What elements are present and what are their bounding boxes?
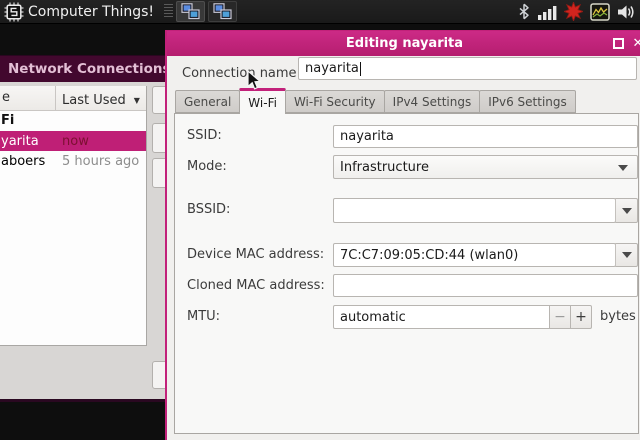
- mtu-label: MTU:: [187, 309, 221, 324]
- mtu-increment-button[interactable]: +: [570, 305, 592, 329]
- chevron-down-icon: [621, 207, 632, 214]
- ssid-input[interactable]: nayarita: [333, 125, 638, 148]
- connection-name-input[interactable]: nayarita: [298, 57, 637, 80]
- top-panel: Computer Things!: [0, 0, 640, 24]
- column-header-last-used[interactable]: Last Used ▼: [56, 86, 146, 110]
- mode-dropdown[interactable]: Infrastructure: [333, 155, 638, 179]
- sort-descending-icon: ▼: [133, 95, 140, 105]
- tab-general[interactable]: General: [175, 90, 241, 113]
- list-item-nayarita[interactable]: yarita now: [0, 131, 146, 151]
- mtu-input[interactable]: automatic: [333, 305, 550, 329]
- mtu-unit-label: bytes: [600, 309, 636, 324]
- tab-wifi-security[interactable]: Wi-Fi Security: [284, 90, 385, 113]
- minus-icon: −: [554, 309, 566, 325]
- windows-icon: [213, 3, 232, 20]
- windows-icon: [181, 3, 200, 20]
- network-connections-titlebar[interactable]: Network Connections: [0, 56, 171, 82]
- list-header: e Last Used ▼: [0, 86, 146, 111]
- connections-list[interactable]: e Last Used ▼ Fi yarita now aboers 5 hou…: [0, 86, 147, 346]
- close-icon: ✕: [632, 35, 640, 51]
- bssid-label: BSSID:: [187, 202, 231, 217]
- window-title: Network Connections: [8, 61, 171, 77]
- connection-name-row: Connection name: nayarita: [167, 56, 640, 89]
- ssid-label: SSID:: [187, 128, 222, 143]
- tab-ipv6-settings[interactable]: IPv6 Settings: [479, 90, 576, 113]
- close-button[interactable]: ✕: [630, 35, 640, 51]
- network-connections-window: Network Connections e Last Used ▼ Fi yar…: [0, 55, 178, 402]
- cloned-mac-label: Cloned MAC address:: [187, 278, 325, 293]
- dialog-titlebar[interactable]: Editing nayarita ✕: [167, 31, 640, 56]
- alert-star-icon[interactable]: [564, 2, 583, 21]
- chip-icon: [4, 2, 24, 21]
- bssid-combo: [333, 198, 638, 223]
- list-item-aboers[interactable]: aboers 5 hours ago: [0, 151, 146, 171]
- system-tray: [517, 2, 640, 21]
- maximize-icon: [612, 37, 624, 49]
- desktop: Computer Things! Network Connections e L…: [0, 0, 640, 440]
- volume-icon[interactable]: [617, 4, 635, 20]
- device-mac-label: Device MAC address:: [187, 247, 325, 262]
- mtu-decrement-button[interactable]: −: [549, 305, 571, 329]
- editing-nayarita-dialog: Editing nayarita ✕ Connection name: naya…: [165, 30, 640, 440]
- text-caret: [359, 61, 361, 76]
- signal-strength-icon[interactable]: [538, 4, 557, 20]
- settings-tabs: General Wi-Fi Wi-Fi Security IPv4 Settin…: [175, 87, 576, 114]
- mode-label: Mode:: [187, 159, 227, 174]
- wifi-tab-panel: SSID: nayarita Mode: Infrastructure BSSI…: [174, 113, 639, 434]
- applications-menu-button[interactable]: Computer Things!: [0, 0, 158, 24]
- connection-name: aboers: [1, 153, 46, 169]
- device-mac-input[interactable]: 7C:C7:09:05:CD:44 (wlan0): [333, 243, 616, 267]
- group-header-wifi[interactable]: Fi: [0, 111, 146, 131]
- taskbar-window-button-2[interactable]: [208, 1, 238, 22]
- mtu-spinbox: automatic − +: [333, 305, 592, 329]
- taskbar-grip[interactable]: [164, 4, 174, 19]
- bssid-dropdown-button[interactable]: [615, 198, 638, 223]
- bluetooth-icon[interactable]: [517, 3, 531, 20]
- taskbar-window-button-1[interactable]: [176, 1, 206, 22]
- system-monitor-icon[interactable]: [590, 2, 610, 21]
- column-header-name[interactable]: e: [0, 86, 56, 110]
- device-mac-dropdown-button[interactable]: [615, 243, 638, 267]
- chevron-down-icon: [618, 165, 628, 171]
- cloned-mac-input[interactable]: [333, 274, 638, 297]
- device-mac-combo: 7C:C7:09:05:CD:44 (wlan0): [333, 243, 638, 267]
- bssid-input[interactable]: [333, 198, 616, 223]
- maximize-button[interactable]: [610, 35, 626, 51]
- tab-ipv4-settings[interactable]: IPv4 Settings: [383, 90, 481, 113]
- chevron-down-icon: [621, 252, 632, 258]
- tab-wifi[interactable]: Wi-Fi: [239, 88, 286, 114]
- menu-label: Computer Things!: [28, 3, 155, 20]
- mouse-cursor: [247, 70, 261, 90]
- connection-name-label: Connection name:: [182, 66, 301, 81]
- dialog-title: Editing nayarita: [345, 36, 464, 51]
- connection-name: yarita: [1, 133, 39, 149]
- last-used-value: now: [62, 133, 89, 149]
- last-used-value: 5 hours ago: [62, 153, 140, 169]
- plus-icon: +: [575, 309, 587, 325]
